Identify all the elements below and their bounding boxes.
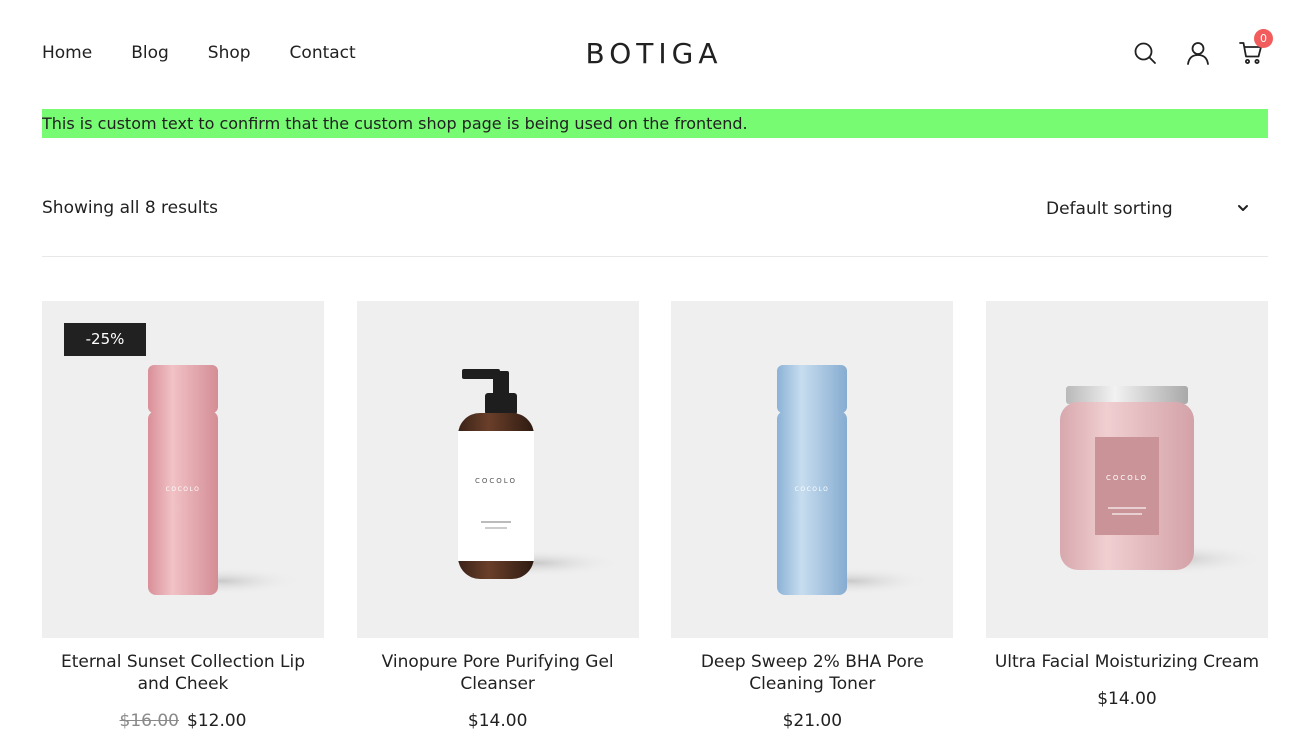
product-card[interactable]: COCOLO Ultra Facial Moisturizing Cream $…: [985, 301, 1268, 732]
product-price: $21.00: [782, 711, 843, 731]
original-price: $16.00: [119, 711, 179, 731]
product-price: $16.00 $12.00: [42, 710, 324, 732]
shop-toolbar: Showing all 8 results Default sorting: [42, 194, 1268, 224]
toolbar-divider: [42, 256, 1268, 257]
product-title[interactable]: Ultra Facial Moisturizing Cream: [986, 651, 1268, 673]
product-image[interactable]: COCOLO: [671, 301, 954, 638]
jar-brand-text: COCOLO: [1106, 474, 1148, 482]
blue-bottle-image: COCOLO: [771, 365, 932, 595]
product-image[interactable]: COCOLO -25%: [42, 301, 324, 638]
bottle-brand-text: COCOLO: [475, 477, 517, 485]
site-header: Home Blog Shop Contact BOTIGA 0: [0, 0, 1300, 105]
pump-bottle-image: COCOLO: [451, 369, 622, 579]
chevron-down-icon: [1238, 205, 1248, 211]
site-logo[interactable]: BOTIGA: [0, 36, 1300, 72]
cart-button[interactable]: 0: [1236, 29, 1273, 68]
user-icon: [1187, 42, 1209, 65]
cream-jar-image: COCOLO: [1059, 386, 1266, 575]
product-price: $14.00: [1097, 689, 1157, 709]
sale-price: $12.00: [187, 711, 247, 731]
sorting-select[interactable]: Default sorting: [1046, 194, 1268, 224]
product-card[interactable]: COCOLO Vinopure Pore Purifying Gel Clean…: [356, 301, 639, 732]
custom-shop-notice: This is custom text to confirm that the …: [42, 109, 1268, 138]
bottle-brand-text: COCOLO: [166, 486, 201, 493]
sorting-value: Default sorting: [1046, 199, 1173, 219]
product-price: $14.00: [467, 711, 528, 731]
product-card[interactable]: COCOLO Deep Sweep 2% BHA Pore Cleaning T…: [671, 301, 954, 732]
account-button[interactable]: [1183, 38, 1213, 68]
product-title[interactable]: Vinopure Pore Purifying Gel Cleanser: [357, 651, 639, 695]
header-icons: 0: [1107, 29, 1273, 68]
bottle-brand-text: COCOLO: [795, 486, 830, 493]
product-image[interactable]: COCOLO: [985, 301, 1268, 638]
product-grid: COCOLO -25% Eternal Sunset Collection Li…: [42, 301, 1268, 732]
product-card[interactable]: COCOLO -25% Eternal Sunset Collection Li…: [42, 301, 324, 732]
cart-count-badge: 0: [1254, 29, 1273, 48]
result-count: Showing all 8 results: [42, 198, 219, 218]
sale-badge: -25%: [64, 323, 146, 356]
product-title[interactable]: Eternal Sunset Collection Lip and Cheek: [42, 651, 324, 695]
product-image[interactable]: COCOLO: [356, 301, 639, 638]
search-button[interactable]: [1130, 38, 1160, 68]
product-title[interactable]: Deep Sweep 2% BHA Pore Cleaning Toner: [671, 651, 953, 695]
search-icon: [1134, 42, 1156, 64]
